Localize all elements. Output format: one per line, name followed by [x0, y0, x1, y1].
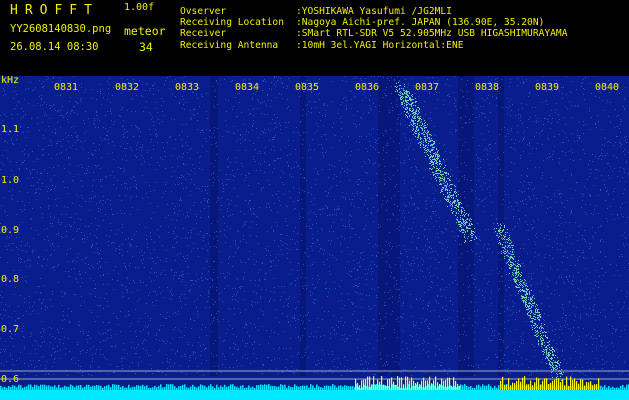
info-key: Receiving Antenna: [180, 39, 279, 51]
info-key: Ovserver: [180, 6, 227, 17]
x-tick-label: 0838: [475, 82, 500, 93]
x-tick-label: 0837: [415, 82, 440, 93]
info-value: :SMart RTL-SDR V5 52.905MHz USB HIGASHIM…: [296, 28, 568, 40]
info-value: :10mH 3el.YAGI Horizontal:ENE: [296, 39, 464, 51]
info-key: Receiving Location: [180, 17, 284, 29]
y-tick-label: 0.9: [1, 225, 20, 236]
meteor-count: 34: [139, 40, 153, 54]
x-tick-label: 0833: [175, 82, 200, 93]
x-tick-label: 0834: [235, 82, 260, 93]
info-row-location: Receiving Location :Nagoya Aichi-pref. J…: [180, 17, 567, 28]
info-value: :YOSHIKAWA Yasufumi /JG2MLI: [296, 6, 452, 17]
spectrogram: [0, 76, 629, 400]
x-tick-label: 0840: [595, 82, 620, 93]
x-tick-label: 0839: [535, 82, 560, 93]
dark-band: [378, 76, 400, 376]
info-row-antenna: Receiving Antenna :10mH 3el.YAGI Horizon…: [180, 40, 567, 51]
info-key: Receiver: [180, 28, 227, 40]
info-value: :Nagoya Aichi-pref. JAPAN (136.90E, 35.2…: [296, 17, 545, 29]
date-time: 26.08.14 08:30: [10, 41, 99, 53]
x-tick-label: 0836: [355, 82, 380, 93]
station-info: Ovserver :YOSHIKAWA Yasufumi /JG2MLI Rec…: [180, 6, 567, 51]
y-tick-label: 1.0: [1, 175, 20, 186]
meteor-echo-trace: [395, 82, 564, 381]
x-tick-label: 0832: [115, 82, 140, 93]
info-row-receiver: Receiver :SMart RTL-SDR V5 52.905MHz USB…: [180, 28, 567, 39]
noise-speckle: [0, 76, 629, 376]
x-tick-label: 0831: [54, 82, 79, 93]
y-tick-label: 1.1: [1, 124, 20, 135]
spectrogram-canvas: [0, 76, 629, 400]
app-version: 1.00f: [124, 2, 155, 13]
file-name: YY2608140830.png: [10, 23, 112, 35]
y-axis-unit: kHz: [1, 75, 20, 86]
y-tick-label: 0.7: [1, 324, 20, 335]
meteor-label: meteor: [124, 24, 166, 38]
baseline-band: [0, 390, 629, 400]
header-panel: HROFFT 1.00f YY2608140830.png 26.08.14 0…: [0, 0, 629, 76]
y-tick-label: 0.6: [1, 374, 20, 385]
y-tick-label: 0.8: [1, 274, 20, 285]
app-logo: HROFFT: [10, 3, 99, 18]
info-row-observer: Ovserver :YOSHIKAWA Yasufumi /JG2MLI: [180, 6, 567, 17]
x-tick-label: 0835: [295, 82, 320, 93]
